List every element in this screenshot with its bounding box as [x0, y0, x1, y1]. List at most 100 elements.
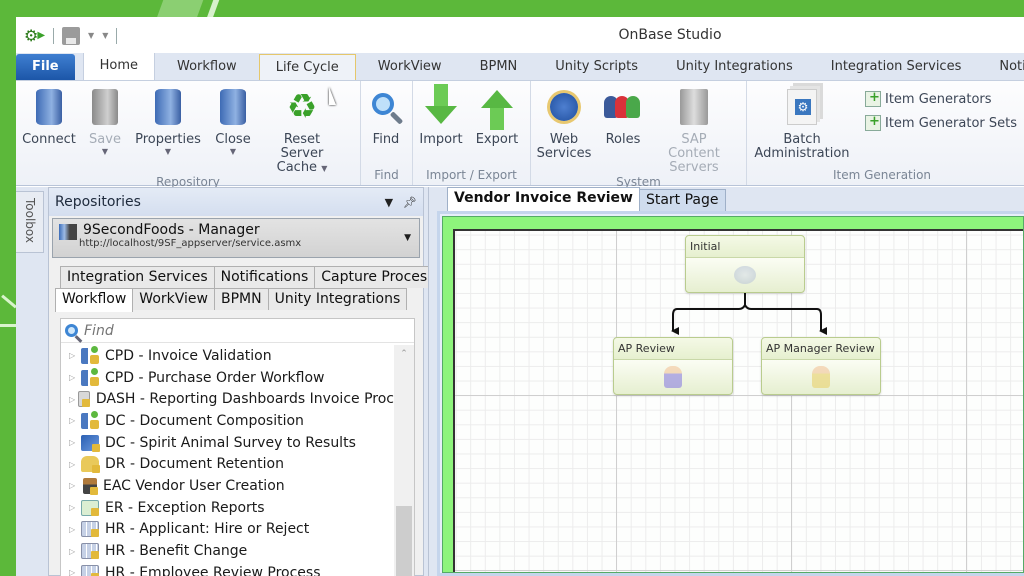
tree-item-label: DASH - Reporting Dashboards Invoice Proc [95, 391, 394, 408]
tab-notifications[interactable]: Notifications [213, 266, 316, 288]
tab-unity-scripts[interactable]: Unity Scripts [539, 54, 654, 80]
find-input[interactable] [84, 322, 364, 339]
tree-item[interactable]: ▷ DC - Document Composition [61, 410, 394, 432]
tree-item[interactable]: ▷ HR - Benefit Change [61, 540, 394, 562]
expand-icon[interactable]: ▷ [69, 481, 79, 490]
tree-item[interactable]: ▷ DASH - Reporting Dashboards Invoice Pro… [61, 388, 394, 410]
properties-label: Properties [135, 132, 201, 147]
tab-workflow[interactable]: Workflow [55, 288, 134, 312]
workflow-node-ap-review[interactable]: AP Review [613, 337, 733, 395]
pin-icon[interactable]: 📌︎ [403, 196, 417, 209]
workflow-spirit-icon [81, 434, 100, 452]
expand-icon[interactable]: ▷ [69, 525, 79, 534]
reset-server-label: Reset Server [280, 132, 324, 161]
batch-administration-button[interactable]: Batch Administration [747, 87, 857, 168]
expand-icon[interactable]: ▷ [69, 416, 79, 425]
user-icon [664, 366, 682, 388]
expand-icon[interactable]: ▷ [69, 351, 79, 360]
workflow-designer-canvas[interactable]: Initial AP Review AP Manager Review [453, 229, 1023, 572]
magnifier-icon [368, 87, 404, 127]
close-button[interactable]: Close ▼ [208, 87, 258, 175]
tab-workflow[interactable]: Workflow [161, 54, 253, 80]
title-bar: ⚙ ▶ ▼ ▼ OnBase Studio [16, 17, 1024, 53]
panel-menu-dropdown-icon[interactable]: ▼ [385, 196, 393, 209]
item-generators-icon [865, 90, 881, 107]
tab-bpmn[interactable]: BPMN [213, 288, 269, 310]
expand-icon[interactable]: ▷ [69, 373, 79, 382]
expand-icon[interactable]: ▷ [69, 568, 79, 576]
export-button[interactable]: Export [469, 87, 525, 168]
properties-button[interactable]: Properties ▼ [128, 87, 208, 175]
tab-unity-integrations[interactable]: Unity Integrations [267, 288, 408, 310]
tree-item-label: CPD - Invoice Validation [105, 347, 272, 364]
tab-row-2: Workflow WorkView BPMN Unity Integration… [52, 288, 420, 312]
tab-integration-services[interactable]: Integration Services [60, 266, 215, 288]
item-generators-button[interactable]: Item Generators [865, 90, 1017, 107]
document-tabs: Vendor Invoice Review Start Page [429, 187, 1024, 211]
workflow-node-ap-manager-review[interactable]: AP Manager Review [761, 337, 881, 395]
properties-database-icon [150, 87, 186, 127]
expand-icon[interactable]: ▷ [69, 503, 79, 512]
expand-icon[interactable]: ▷ [69, 460, 79, 469]
tree-item[interactable]: ▷ CPD - Invoice Validation [61, 345, 394, 367]
expand-icon[interactable]: ▷ [69, 547, 79, 556]
expand-icon[interactable]: ▷ [69, 438, 79, 447]
tab-capture-process[interactable]: Capture Process [314, 266, 442, 288]
workflow-er-icon [81, 499, 99, 516]
find-button[interactable]: Find [361, 87, 411, 168]
scroll-up-icon[interactable]: ⌃ [394, 345, 414, 359]
user-icon [812, 366, 830, 388]
tab-integration-services[interactable]: Integration Services [815, 54, 978, 80]
tab-file[interactable]: File [16, 54, 75, 80]
workflow-node-initial[interactable]: Initial [685, 235, 805, 293]
group-label-import-export: Import / Export [426, 168, 517, 182]
connect-database-icon [31, 87, 67, 127]
tree-item[interactable]: ▷ EAC Vendor User Creation [61, 475, 394, 497]
tree-item[interactable]: ▷ DR - Document Retention [61, 453, 394, 475]
tab-workview[interactable]: WorkView [132, 288, 215, 310]
workflow-dash-icon [77, 391, 91, 408]
toolbox-tab[interactable]: Toolbox [16, 191, 44, 253]
save-label: Save [89, 132, 121, 147]
doc-tab-start-page[interactable]: Start Page [638, 189, 726, 211]
workflow-grid-icon [81, 543, 99, 560]
workflow-wf-icon [81, 367, 99, 386]
tab-life-cycle[interactable]: Life Cycle [258, 54, 356, 80]
repository-selector[interactable]: 9SecondFoods - Manager http://localhost/… [52, 218, 420, 258]
workflow-tree: ▷ CPD - Invoice Validation ▷ CPD - Purchase… [61, 345, 394, 576]
group-import-export: Import Export Import / Export [413, 81, 531, 185]
tree-scrollbar[interactable]: ⌃ [394, 345, 414, 576]
tree-item[interactable]: ▷ CPD - Purchase Order Workflow [61, 367, 394, 389]
chevron-down-icon[interactable]: ▼ [404, 233, 411, 243]
tab-unity-integrations[interactable]: Unity Integrations [660, 54, 809, 80]
roles-button[interactable]: Roles [597, 87, 649, 175]
tab-row-1: Integration Services Notifications Captu… [52, 266, 442, 288]
tree-item[interactable]: ▷ HR - Applicant: Hire or Reject [61, 519, 394, 541]
cloud-icon [734, 266, 756, 284]
tree-item[interactable]: ▷ ER - Exception Reports [61, 497, 394, 519]
workflow-wf-icon [81, 410, 99, 429]
find-label: Find [372, 132, 400, 147]
tab-notifications[interactable]: Notificatio [983, 54, 1024, 80]
scrollbar-thumb[interactable] [396, 506, 412, 576]
tab-bpmn[interactable]: BPMN [464, 54, 534, 80]
sap-content-servers-button[interactable]: SAP Content Servers [649, 87, 739, 175]
item-generator-sets-button[interactable]: Item Generator Sets [865, 114, 1017, 131]
tree-item[interactable]: ▷ HR - Employee Review Process [61, 562, 394, 576]
tab-home[interactable]: Home [82, 52, 155, 80]
expand-icon[interactable]: ▷ [69, 395, 76, 404]
workflow-stamp-icon [83, 477, 98, 495]
doc-tab-vendor-invoice-review[interactable]: Vendor Invoice Review [447, 187, 640, 211]
repositories-panel-header: Repositories ▼ 📌︎ [49, 188, 423, 216]
tree-item[interactable]: ▷ DC - Spirit Animal Survey to Results [61, 432, 394, 454]
group-item-generation: Batch Administration Item Generators Ite… [747, 81, 1017, 185]
save-button[interactable]: Save ▼ [82, 87, 128, 175]
edge-initial-to-ap-manager-review [744, 293, 827, 335]
web-services-button[interactable]: Web Services [531, 87, 597, 175]
import-button[interactable]: Import [413, 84, 469, 168]
designer-canvas-border: Initial AP Review AP Manager Review [442, 216, 1024, 573]
connect-label: Connect [22, 132, 76, 147]
connect-button[interactable]: Connect [16, 87, 82, 175]
administration-label: Administration [754, 146, 850, 161]
tab-workview[interactable]: WorkView [362, 54, 458, 80]
